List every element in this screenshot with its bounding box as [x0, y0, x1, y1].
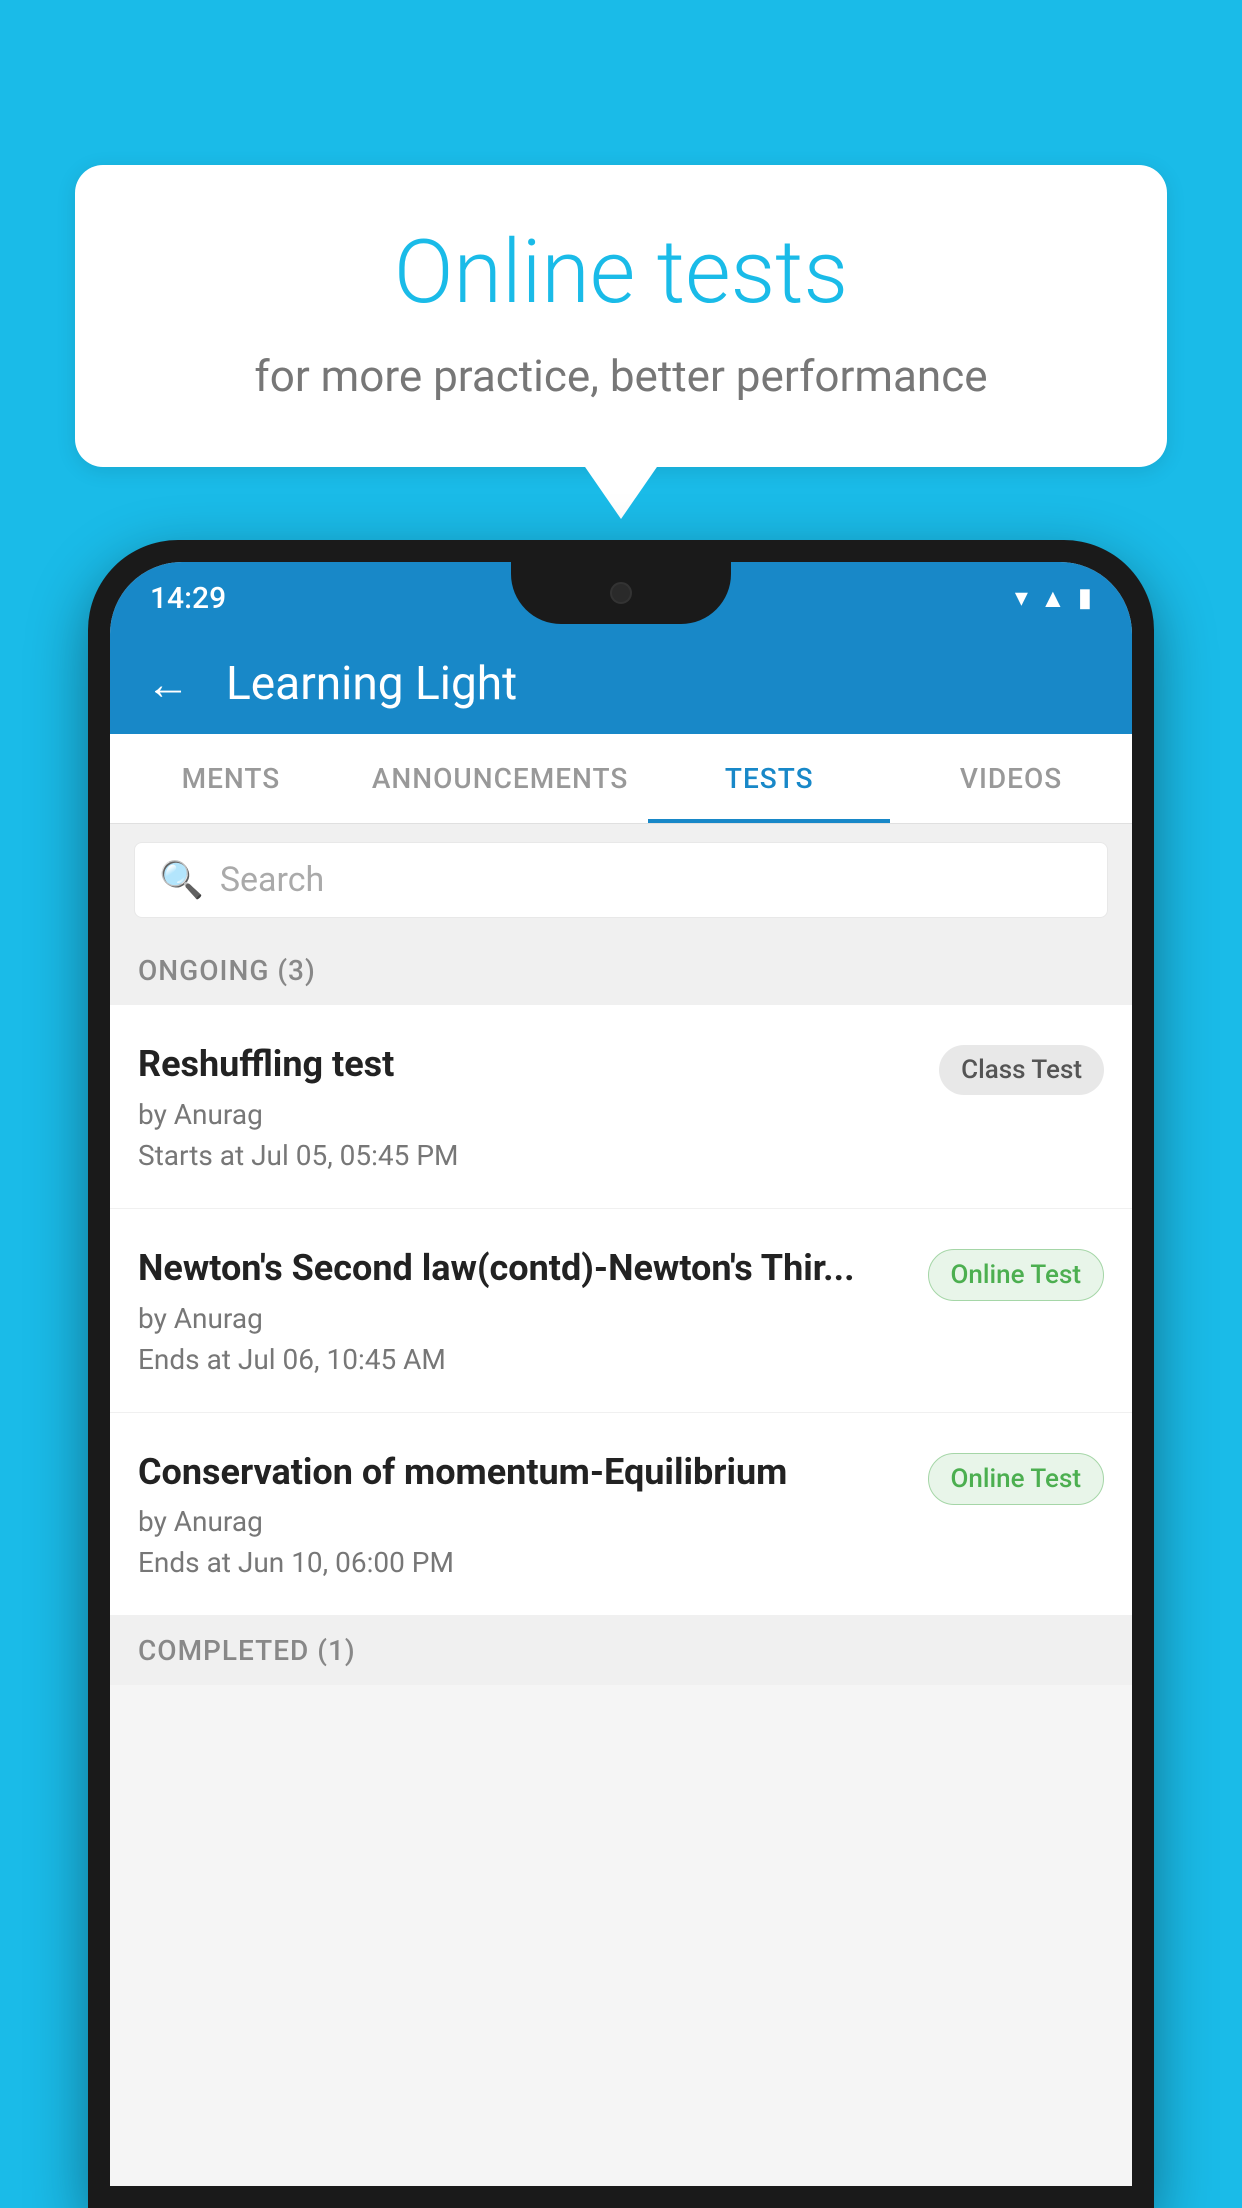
search-icon: 🔍	[159, 859, 204, 901]
test-author: by Anurag	[138, 1505, 904, 1538]
tab-videos[interactable]: VIDEOS	[890, 734, 1132, 823]
wifi-icon: ▾	[1015, 583, 1028, 613]
test-list: Reshuffling test by Anurag Starts at Jul…	[110, 1005, 1132, 1616]
test-item-content: Reshuffling test by Anurag Starts at Jul…	[138, 1041, 939, 1172]
speech-bubble-container: Online tests for more practice, better p…	[75, 165, 1167, 467]
test-item[interactable]: Reshuffling test by Anurag Starts at Jul…	[110, 1005, 1132, 1209]
test-title: Reshuffling test	[138, 1041, 915, 1088]
phone-camera	[610, 582, 632, 604]
test-title: Newton's Second law(contd)-Newton's Thir…	[138, 1245, 904, 1292]
status-icons: ▾ ▲ ▮	[1015, 583, 1092, 614]
test-title: Conservation of momentum-Equilibrium	[138, 1449, 904, 1496]
tab-bar: MENTS ANNOUNCEMENTS TESTS VIDEOS	[110, 734, 1132, 824]
test-author: by Anurag	[138, 1302, 904, 1335]
test-badge-online: Online Test	[928, 1249, 1105, 1301]
battery-icon: ▮	[1078, 583, 1092, 613]
status-time: 14:29	[150, 581, 226, 616]
tab-announcements[interactable]: ANNOUNCEMENTS	[352, 734, 648, 823]
status-bar: 14:29 ▾ ▲ ▮	[110, 562, 1132, 634]
phone-mockup: 14:29 ▾ ▲ ▮ ← Learning Light MENTS ANNOU…	[88, 540, 1154, 2208]
signal-icon: ▲	[1040, 583, 1066, 614]
test-item[interactable]: Newton's Second law(contd)-Newton's Thir…	[110, 1209, 1132, 1413]
ongoing-section-header: ONGOING (3)	[110, 936, 1132, 1005]
speech-bubble: Online tests for more practice, better p…	[75, 165, 1167, 467]
ongoing-label: ONGOING (3)	[138, 954, 316, 987]
test-date: Ends at Jun 10, 06:00 PM	[138, 1546, 904, 1579]
phone-notch	[511, 562, 731, 624]
test-date: Starts at Jul 05, 05:45 PM	[138, 1139, 915, 1172]
test-item-content: Newton's Second law(contd)-Newton's Thir…	[138, 1245, 928, 1376]
tab-tests[interactable]: TESTS	[648, 734, 890, 823]
test-item-content: Conservation of momentum-Equilibrium by …	[138, 1449, 928, 1580]
search-wrapper: 🔍 Search	[110, 824, 1132, 936]
back-button[interactable]: ←	[146, 662, 190, 706]
test-badge-class: Class Test	[939, 1045, 1104, 1095]
test-item[interactable]: Conservation of momentum-Equilibrium by …	[110, 1413, 1132, 1617]
phone-screen: 14:29 ▾ ▲ ▮ ← Learning Light MENTS ANNOU…	[110, 562, 1132, 2186]
app-header-title: Learning Light	[226, 657, 517, 711]
speech-bubble-subtitle: for more practice, better performance	[145, 350, 1097, 402]
search-input[interactable]: Search	[220, 860, 324, 900]
completed-section-header: COMPLETED (1)	[110, 1616, 1132, 1685]
completed-label: COMPLETED (1)	[138, 1634, 356, 1667]
test-date: Ends at Jul 06, 10:45 AM	[138, 1343, 904, 1376]
test-author: by Anurag	[138, 1098, 915, 1131]
tab-ments[interactable]: MENTS	[110, 734, 352, 823]
search-bar[interactable]: 🔍 Search	[134, 842, 1108, 918]
speech-bubble-title: Online tests	[145, 225, 1097, 322]
app-header: ← Learning Light	[110, 634, 1132, 734]
test-badge-online-2: Online Test	[928, 1453, 1105, 1505]
